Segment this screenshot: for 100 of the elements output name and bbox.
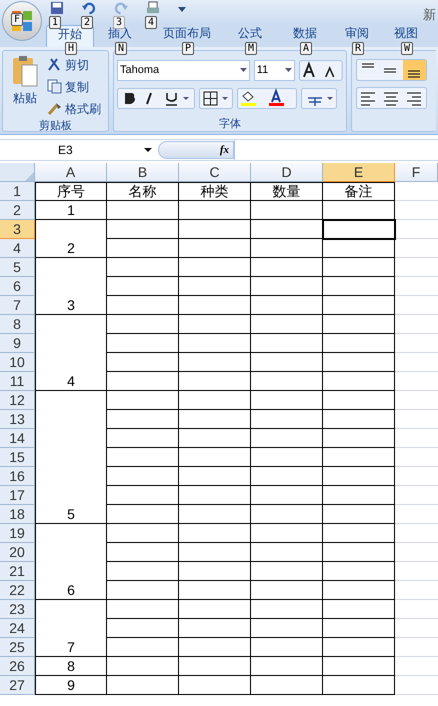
table-cell[interactable] [179, 448, 251, 467]
table-cell[interactable] [251, 505, 323, 524]
table-cell[interactable] [107, 581, 179, 600]
row-header[interactable]: 21 [0, 562, 35, 581]
row-header[interactable]: 5 [0, 258, 35, 277]
table-cell[interactable] [323, 676, 395, 695]
row-header[interactable]: 19 [0, 524, 35, 543]
table-cell[interactable] [179, 619, 251, 638]
table-cell[interactable] [323, 619, 395, 638]
row-header[interactable]: 2 [0, 201, 35, 220]
table-cell[interactable] [323, 562, 395, 581]
row-header[interactable]: 23 [0, 600, 35, 619]
row-header[interactable]: 16 [0, 467, 35, 486]
dropdown-arrow-icon[interactable] [178, 5, 186, 13]
table-cell[interactable] [107, 315, 179, 334]
table-cell[interactable] [323, 638, 395, 657]
table-cell[interactable] [251, 258, 323, 277]
copy-icon[interactable] [47, 79, 62, 94]
table-cell[interactable] [323, 600, 395, 619]
row-header[interactable]: 12 [0, 391, 35, 410]
active-cell[interactable] [323, 220, 395, 239]
font-name-field[interactable]: Tahoma [117, 60, 250, 80]
table-cell[interactable] [251, 657, 323, 676]
column-header[interactable]: B [107, 163, 179, 182]
table-cell[interactable] [323, 372, 395, 391]
table-cell[interactable] [251, 638, 323, 657]
table-cell[interactable] [251, 201, 323, 220]
table-cell[interactable] [107, 619, 179, 638]
row-header[interactable]: 27 [0, 676, 35, 695]
table-cell[interactable] [107, 676, 179, 695]
table-cell[interactable] [179, 638, 251, 657]
table-cell[interactable] [179, 410, 251, 429]
table-cell[interactable] [251, 391, 323, 410]
table-cell[interactable] [107, 239, 179, 258]
table-cell[interactable] [251, 619, 323, 638]
table-cell[interactable] [107, 429, 179, 448]
table-cell[interactable] [251, 429, 323, 448]
table-cell[interactable] [179, 467, 251, 486]
table-cell[interactable] [107, 296, 179, 315]
table-cell[interactable] [251, 277, 323, 296]
table-cell[interactable] [107, 448, 179, 467]
table-cell[interactable] [323, 334, 395, 353]
column-header[interactable]: F [395, 163, 438, 182]
row-header[interactable]: 11 [0, 372, 35, 391]
table-cell[interactable] [107, 657, 179, 676]
table-cell[interactable] [179, 676, 251, 695]
row-header[interactable]: 14 [0, 429, 35, 448]
table-cell[interactable] [251, 239, 323, 258]
table-cell[interactable] [323, 467, 395, 486]
row-header[interactable]: 10 [0, 353, 35, 372]
clipboard-icon[interactable] [12, 55, 38, 87]
text-style-buttons-icon[interactable] [117, 88, 195, 108]
table-cell[interactable] [107, 220, 179, 239]
column-header[interactable]: C [179, 163, 251, 182]
table-cell[interactable] [251, 543, 323, 562]
table-cell[interactable] [179, 581, 251, 600]
clipboard-command[interactable]: 剪切 [47, 55, 101, 74]
table-cell[interactable] [107, 562, 179, 581]
table-cell[interactable] [107, 353, 179, 372]
column-header[interactable]: D [251, 163, 323, 182]
table-cell[interactable] [323, 448, 395, 467]
table-cell[interactable] [107, 600, 179, 619]
table-cell[interactable] [251, 581, 323, 600]
table-cell[interactable] [323, 429, 395, 448]
table-cell[interactable] [107, 638, 179, 657]
row-header[interactable]: 7 [0, 296, 35, 315]
table-cell[interactable] [179, 201, 251, 220]
dropdown-arrow-icon[interactable] [240, 67, 247, 73]
row-header[interactable]: 17 [0, 486, 35, 505]
table-cell[interactable] [323, 315, 395, 334]
table-cell[interactable] [323, 391, 395, 410]
table-cell[interactable] [323, 581, 395, 600]
clipboard-command[interactable]: 复制 [47, 77, 101, 96]
row-header[interactable]: 24 [0, 619, 35, 638]
row-header[interactable]: 6 [0, 277, 35, 296]
table-cell[interactable] [179, 486, 251, 505]
table-cell[interactable] [107, 391, 179, 410]
borders-icon[interactable] [199, 88, 233, 108]
table-cell[interactable] [107, 372, 179, 391]
table-cell[interactable] [323, 296, 395, 315]
table-cell[interactable] [323, 239, 395, 258]
row-header[interactable]: 8 [0, 315, 35, 334]
table-cell[interactable] [251, 676, 323, 695]
table-cell[interactable] [107, 410, 179, 429]
table-cell[interactable] [323, 505, 395, 524]
table-cell[interactable] [179, 372, 251, 391]
table-cell[interactable] [179, 524, 251, 543]
row-header[interactable]: 4 [0, 239, 35, 258]
table-cell[interactable] [323, 486, 395, 505]
column-header[interactable]: A [35, 163, 107, 182]
scissors-icon[interactable] [47, 57, 62, 72]
table-cell[interactable] [251, 467, 323, 486]
clipboard-command[interactable]: 格式刷 [47, 99, 101, 118]
table-cell[interactable] [179, 391, 251, 410]
font-size-field[interactable]: 11 [254, 60, 296, 80]
row-header[interactable]: 1 [0, 182, 35, 201]
table-cell[interactable] [251, 372, 323, 391]
table-cell[interactable] [107, 486, 179, 505]
table-cell[interactable] [179, 657, 251, 676]
print-icon[interactable] [146, 1, 160, 15]
